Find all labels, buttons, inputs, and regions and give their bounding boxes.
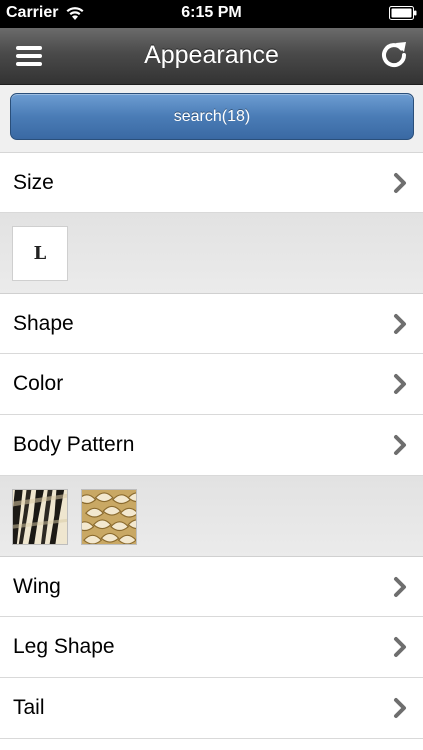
chevron-right-icon [394, 698, 406, 718]
search-area: search(18) [0, 85, 423, 153]
page-title: Appearance [144, 41, 279, 69]
list-item-label: Body Pattern [13, 433, 135, 456]
battery-icon [389, 6, 417, 20]
chevron-right-icon [394, 576, 406, 597]
chevron-right-icon [394, 172, 406, 193]
clock: 6:15 PM [181, 4, 242, 21]
list-item-wing[interactable]: Wing [0, 557, 423, 617]
list-item-body-pattern[interactable]: Body Pattern [0, 415, 423, 476]
chevron-right-icon [394, 435, 406, 455]
size-chip[interactable]: L [12, 226, 68, 281]
list-item-leg-shape[interactable]: Leg Shape [0, 617, 423, 678]
zebra-stripe-pattern-thumbnail[interactable] [12, 489, 68, 545]
list-item-label: Tail [13, 696, 45, 719]
navigation-bar: Appearance [0, 28, 423, 85]
refresh-icon[interactable] [379, 39, 409, 71]
list-item-label: Color [13, 372, 64, 395]
size-selection-panel: L [0, 213, 423, 294]
list-item-color[interactable]: Color [0, 354, 423, 415]
chevron-right-icon [394, 374, 406, 394]
search-button[interactable]: search(18) [10, 93, 414, 140]
list-item-size[interactable]: Size [0, 153, 423, 213]
chevron-right-icon [394, 637, 406, 657]
pattern-selection-panel [0, 476, 423, 557]
list-item-label: Size [13, 170, 54, 194]
gold-scale-pattern-thumbnail[interactable] [81, 489, 137, 545]
app-screen: Carrier 6:15 PM Appearance search(18) Si… [0, 0, 423, 750]
list-item-label: Leg Shape [13, 635, 115, 658]
status-bar: Carrier 6:15 PM [0, 0, 423, 28]
chevron-right-icon [394, 313, 406, 334]
list-item-label: Shape [13, 311, 74, 335]
list-item-tail[interactable]: Tail [0, 678, 423, 739]
list-item-label: Wing [13, 574, 61, 598]
list-item-shape[interactable]: Shape [0, 294, 423, 354]
